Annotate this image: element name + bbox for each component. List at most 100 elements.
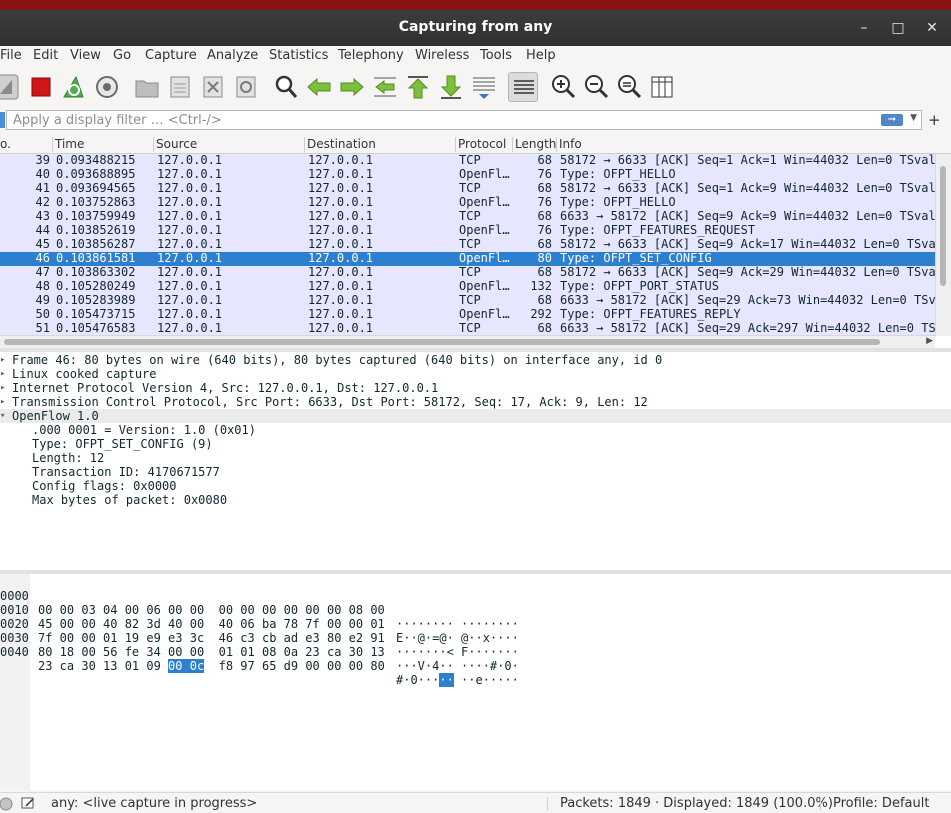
find-packet-icon[interactable] [271,72,301,102]
menu-view[interactable]: View [70,48,101,63]
menu-file[interactable]: File [0,48,22,63]
open-file-icon[interactable] [132,72,162,102]
capture-options-icon[interactable] [92,72,122,102]
packet-list[interactable]: o. Time Source Destination Protocol Leng… [0,135,951,348]
maximize-icon[interactable]: □ [888,18,908,38]
column-header-info[interactable]: Info [559,137,582,151]
expand-arrow-icon[interactable]: ▸ [0,353,10,367]
packet-row[interactable]: 39 0.093488215 127.0.0.1 127.0.0.1 TCP 68 5817… [0,154,935,168]
column-header-protocol[interactable]: Protocol [458,137,506,151]
zoom-out-icon[interactable] [581,72,611,102]
packet-bytes-pane[interactable]: 0000 00 00 03 04 00 06 00 00 00 00 00 00… [0,574,951,790]
close-icon[interactable]: ✕ [922,18,942,38]
hex-ascii[interactable]: ········ ········ [396,617,519,631]
menu-statistics[interactable]: Statistics [269,48,328,63]
menu-go[interactable]: Go [113,48,131,63]
column-header-source[interactable]: Source [156,137,197,151]
column-separator[interactable] [556,137,557,152]
collapse-arrow-icon[interactable]: ▾ [0,409,10,423]
packet-row[interactable]: 48 0.105280249 127.0.0.1 127.0.0.1 OpenFl… 13… [0,280,935,294]
hex-row[interactable]: 0020 7f 00 00 01 19 e9 e3 3c 46 c3 cb ad… [0,603,519,659]
scrollbar-thumb[interactable] [940,166,946,286]
expand-arrow-icon[interactable]: ▸ [0,381,10,395]
packet-row[interactable]: 50 0.105473715 127.0.0.1 127.0.0.1 OpenFl… 29… [0,308,935,322]
column-header-length[interactable]: Length [515,137,556,151]
capture-comment-icon[interactable] [20,795,36,813]
column-header-time[interactable]: Time [55,137,84,151]
hex-selected-bytes[interactable]: 00 0c [168,659,205,673]
menu-edit[interactable]: Edit [33,48,58,63]
scrollbar-thumb[interactable] [4,339,880,345]
hex-bytes[interactable]: 00 00 03 04 00 06 00 00 00 00 00 00 00 0… [38,603,385,617]
reload-file-icon[interactable] [231,72,261,102]
menu-tools[interactable]: Tools [480,48,512,63]
menu-telephony[interactable]: Telephony [338,48,404,63]
shark-fin-icon[interactable] [0,72,22,102]
packet-row[interactable]: 44 0.103852619 127.0.0.1 127.0.0.1 OpenFl… 76… [0,224,935,238]
menu-wireless[interactable]: Wireless [415,48,469,63]
details-item-openflow[interactable]: ▾ OpenFlow 1.0 [0,409,951,423]
hex-ascii[interactable]: #·0····· ··e····· [396,673,519,687]
hex-bytes[interactable]: 7f 00 00 01 19 e9 e3 3c 46 c3 cb ad e3 8… [38,631,385,645]
restart-capture-icon[interactable] [59,72,89,102]
normal-size-icon[interactable] [614,72,644,102]
apply-filter-arrow-icon[interactable]: ➞ [881,114,903,126]
go-forward-icon[interactable] [337,72,367,102]
close-file-icon[interactable] [198,72,228,102]
hex-bytes[interactable]: 23 ca 30 13 01 09 00 0c f8 97 65 d9 00 0… [38,659,385,673]
packet-row[interactable]: 40 0.093688895 127.0.0.1 127.0.0.1 OpenFl… 76… [0,168,935,182]
packet-details-tree[interactable]: ▸ Frame 46: 80 bytes on wire (640 bits),… [0,352,951,570]
display-filter-input[interactable] [13,112,873,128]
ascii-selected-bytes[interactable]: ·· [439,673,454,687]
menu-help[interactable]: Help [526,48,556,63]
colorize-icon[interactable] [508,72,538,102]
expert-info-icon[interactable] [0,797,14,813]
column-separator[interactable] [512,137,513,152]
column-separator[interactable] [153,137,154,152]
column-header-no[interactable]: o. [0,137,11,151]
hex-row[interactable]: 0010 45 00 00 40 82 3d 40 00 40 06 ba 78… [0,589,519,645]
scroll-right-icon[interactable]: ▶ [926,336,933,346]
packet-row[interactable]: 45 0.103856287 127.0.0.1 127.0.0.1 TCP 68 5817… [0,238,935,252]
hex-bytes[interactable]: 45 00 00 40 82 3d 40 00 40 06 ba 78 7f 0… [38,617,385,631]
window-titlebar[interactable]: Capturing from any – □ ✕ [0,10,951,46]
packet-row[interactable]: 51 0.105476583 127.0.0.1 127.0.0.1 TCP 68 6633… [0,322,935,336]
go-back-icon[interactable] [304,72,334,102]
save-file-icon[interactable] [165,72,195,102]
display-filter-field[interactable]: ➞ ▼ [6,110,922,130]
menu-analyze[interactable]: Analyze [207,48,258,63]
packet-list-horizontal-scrollbar[interactable]: ▶ [0,335,935,348]
packet-list-vertical-scrollbar[interactable] [935,154,951,336]
packet-row[interactable]: 49 0.105283989 127.0.0.1 127.0.0.1 TCP 68 6633… [0,294,935,308]
stop-capture-icon[interactable] [26,72,56,102]
filter-dropdown-icon[interactable]: ▼ [910,113,917,123]
auto-scroll-icon[interactable] [469,72,499,102]
status-profile[interactable]: Profile: Default [833,796,929,811]
packet-row[interactable]: 43 0.103759949 127.0.0.1 127.0.0.1 TCP 68 6633… [0,210,935,224]
hex-bytes[interactable]: 80 18 00 56 fe 34 00 00 01 01 08 0a 23 c… [38,645,385,659]
packet-row[interactable]: 42 0.103752863 127.0.0.1 127.0.0.1 OpenFl… 76… [0,196,935,210]
hex-row[interactable]: 0000 00 00 03 04 00 06 00 00 00 00 00 00… [0,575,519,631]
expand-arrow-icon[interactable]: ▸ [0,395,10,409]
column-header-destination[interactable]: Destination [307,137,376,151]
hex-ascii[interactable]: E··@·=@· @··x···· [396,631,519,645]
hex-ascii[interactable]: ···V·4·· ····#·0· [396,659,519,673]
hex-ascii[interactable]: ·······< F······· [396,645,519,659]
packet-row[interactable]: 46 0.103861581 127.0.0.1 127.0.0.1 OpenFl… 80… [0,252,935,266]
go-to-packet-icon[interactable] [370,72,400,102]
minimize-icon[interactable]: – [854,18,874,38]
column-separator[interactable] [304,137,305,152]
packet-row[interactable]: 41 0.093694565 127.0.0.1 127.0.0.1 TCP 68 5817… [0,182,935,196]
column-separator[interactable] [52,137,53,152]
expand-arrow-icon[interactable]: ▸ [0,367,10,381]
zoom-in-icon[interactable] [548,72,578,102]
resize-columns-icon[interactable] [647,72,677,102]
menu-capture[interactable]: Capture [145,48,197,63]
bookmark-filter-icon[interactable] [0,112,5,128]
add-filter-button-icon[interactable]: + [928,111,941,129]
first-packet-icon[interactable] [403,72,433,102]
hex-row[interactable]: 0030 80 18 00 56 fe 34 00 00 01 01 08 0a… [0,617,519,673]
packet-row[interactable]: 47 0.103863302 127.0.0.1 127.0.0.1 TCP 68 5817… [0,266,935,280]
hex-row[interactable]: 0040 23 ca 30 13 01 09 00 0c f8 97 65 d9… [0,631,519,687]
last-packet-icon[interactable] [436,72,466,102]
